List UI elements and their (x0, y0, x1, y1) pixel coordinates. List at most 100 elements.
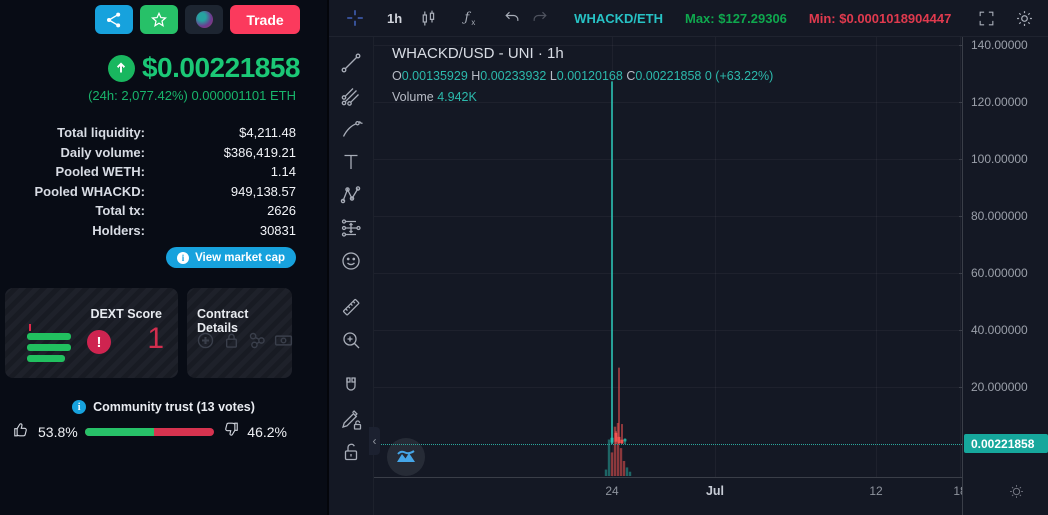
zoom-in-tool[interactable] (336, 325, 366, 355)
time-tick-label: Jul (705, 484, 725, 498)
edit-lock-tool[interactable] (336, 404, 366, 434)
emoji-tool[interactable] (336, 246, 366, 276)
info-icon: i (177, 251, 190, 264)
price-tick-label: 60.000000 (971, 266, 1028, 281)
toolbar-collapse-button[interactable]: ‹ (369, 427, 380, 455)
trend-line-icon (339, 51, 363, 75)
fullscreen-button[interactable] (972, 4, 1000, 32)
stat-label: Total tx: (95, 203, 145, 218)
time-tick-label: 24 (605, 484, 619, 498)
pitchfork-tool[interactable] (336, 81, 366, 111)
ohlc-readout: O0.00135929 H0.00233932 L0.00120168 C0.0… (392, 69, 774, 83)
max-price-label: Max: $127.29306 (685, 10, 787, 26)
unlock-tool[interactable] (336, 437, 366, 467)
stat-label: Pooled WHACKD: (34, 183, 146, 199)
redo-button[interactable] (526, 4, 554, 32)
trust-bar-up (84, 428, 155, 436)
view-market-cap-label: View market cap (195, 251, 285, 264)
dext-score-card[interactable]: DEXT Score ! 1 (5, 288, 178, 378)
dext-score-title: DEXT Score (90, 307, 162, 321)
pitchfork-icon (339, 84, 363, 108)
fullscreen-icon (977, 9, 996, 28)
lock-icon (221, 330, 242, 351)
token-price: $0.00221858 (141, 52, 301, 83)
xabcd-pattern-icon (339, 183, 363, 207)
ruler-tool[interactable] (336, 292, 366, 322)
price-row: $0.00221858 (107, 52, 301, 84)
thumb-up-button[interactable] (12, 420, 31, 444)
undo-icon (502, 8, 522, 28)
zoom-in-icon (339, 328, 363, 352)
contract-icons (195, 330, 294, 351)
unlock-icon (339, 440, 363, 464)
price-tick-label: 80.000000 (971, 209, 1028, 224)
view-market-cap-button[interactable]: i View market cap (166, 247, 296, 268)
actions-row: Trade (95, 5, 300, 34)
current-price-badge: 0.00221858 (964, 434, 1048, 454)
arrow-up-icon (112, 59, 130, 77)
chart-settings-button[interactable] (1010, 4, 1038, 32)
chart-plot-area[interactable]: WHACKD/USD - UNI · 1h O0.00135929 H0.002… (374, 37, 1048, 515)
forecast-tool[interactable] (336, 213, 366, 243)
emoji-icon (339, 249, 363, 273)
token-stats: Total liquidity: $4,211.48 Daily volume: $3… (0, 123, 297, 240)
stat-row: Total liquidity: $4,211.48 (0, 123, 296, 143)
axis-settings-button[interactable] (1007, 482, 1026, 506)
trend-line-tool[interactable] (336, 48, 366, 78)
banknote-icon (273, 330, 294, 351)
time-axis[interactable] (374, 477, 1048, 478)
share-nodes-icon (247, 330, 268, 351)
stat-row: Pooled WHACKD: 949,138.57 (0, 182, 297, 202)
price-tick-label: 120.00000 (971, 95, 1028, 110)
gear-icon (1014, 8, 1035, 29)
pair-symbol: WHACKD/ETH (574, 10, 663, 26)
price-direction-badge (107, 54, 135, 82)
undo-button[interactable] (498, 4, 526, 32)
info-icon[interactable]: i (72, 400, 87, 414)
trust-down-percent: 46.2% (247, 424, 287, 440)
magnet-icon (339, 374, 363, 398)
brush-tool[interactable] (336, 114, 366, 144)
chart-title: WHACKD/USD - UNI · 1h (392, 45, 564, 62)
stat-label: Holders: (92, 222, 145, 238)
chart-style-button[interactable] (414, 4, 442, 32)
favorite-button[interactable] (140, 5, 178, 34)
trade-button[interactable]: Trade (230, 5, 300, 34)
thumb-down-button[interactable] (221, 420, 240, 444)
stat-value: 2626 (267, 203, 296, 218)
stat-value: $386,419.21 (223, 144, 296, 160)
star-icon (149, 10, 169, 30)
community-trust-row: 53.8% 46.2% (12, 420, 287, 444)
share-button[interactable] (95, 5, 133, 34)
thumb-down-icon (221, 420, 240, 439)
function-icon (459, 7, 481, 29)
drawing-toolbar: ‹ (329, 37, 380, 515)
xabcd-pattern-tool[interactable] (336, 180, 366, 210)
price-tick-label: 20.000000 (971, 380, 1028, 395)
contract-details-card[interactable]: Contract Details (187, 288, 292, 378)
time-tick-label: 12 (869, 484, 883, 498)
chart-topbar: 1h WHACKD/ETH Max: $127.29306 Min: $0.00… (329, 0, 1048, 37)
edit-lock-icon (339, 407, 363, 431)
stat-label: Total liquidity: (57, 125, 145, 140)
stat-value: 949,138.57 (230, 183, 296, 199)
stat-label: Pooled WETH: (55, 164, 145, 179)
redo-icon (530, 8, 550, 28)
price-tick-label: 40.000000 (971, 323, 1028, 338)
crosshair-icon (344, 7, 366, 29)
app-root: Trade $0.00221858 (24h: 2,077.42%) 0.000… (0, 0, 1048, 515)
indicators-button[interactable] (456, 4, 484, 32)
magnet-tool[interactable] (336, 371, 366, 401)
timeframe-button[interactable]: 1h (387, 11, 402, 26)
stat-row: Total tx: 2626 (0, 201, 296, 221)
volume-readout: Volume 4.942K (392, 90, 477, 104)
text-icon (339, 150, 363, 174)
community-trust-header: i Community trust (13 votes) (0, 400, 327, 414)
dext-logo (27, 324, 71, 366)
token-info-panel: Trade $0.00221858 (24h: 2,077.42%) 0.000… (0, 0, 327, 515)
community-trust-label: Community trust (13 votes) (93, 400, 255, 414)
text-tool[interactable] (336, 147, 366, 177)
chart-body: ‹ WHACKD/USD - UNI · 1h O0.00135929 H0.0… (329, 37, 1048, 515)
crosshair-tool-button[interactable] (341, 4, 369, 32)
project-link-button[interactable] (185, 5, 223, 34)
